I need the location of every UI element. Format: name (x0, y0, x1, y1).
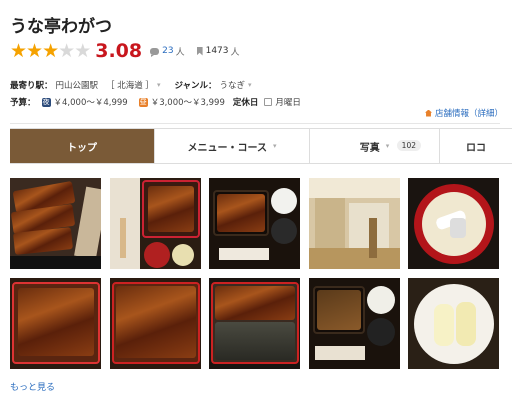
genre-value[interactable]: うなぎ (220, 79, 246, 91)
rating-row: ★ ★ ★ ★ ★ 3.08 23 人 1473 人 (10, 40, 252, 62)
tab-reviews-label: ロコ (466, 142, 486, 154)
see-more-link[interactable]: もっと見る (10, 380, 55, 393)
review-count-link[interactable]: 23 人 (150, 45, 185, 58)
rating-score: 3.08 (95, 40, 143, 62)
holiday-value: 月曜日 (275, 98, 301, 108)
photo-thumbnail[interactable] (110, 178, 201, 269)
dinner-price: ￥4,000～￥4,999 (53, 98, 128, 108)
lunch-badge-icon: 昼 (138, 97, 148, 107)
photo-thumbnail[interactable] (408, 178, 499, 269)
bookmark-count-link[interactable]: 1473 人 (196, 45, 240, 58)
tab-top-label: トップ (67, 142, 97, 154)
divider (10, 123, 500, 124)
tab-photos-label: 写真 (359, 142, 380, 154)
budget-label: 予算： (10, 98, 36, 108)
calendar-icon (264, 98, 273, 106)
tab-top[interactable]: トップ (10, 129, 155, 163)
photo-thumbnail[interactable] (209, 178, 300, 269)
holiday-label: 定休日 (232, 98, 259, 108)
tab-menu-label: メニュー・コース (187, 142, 267, 154)
area-value[interactable]: ［ 北海道 ］ (106, 79, 154, 91)
lunch-price: ￥3,000～￥3,999 (150, 98, 225, 108)
tab-photos[interactable]: 写真 ▾ 102 (310, 129, 440, 163)
bookmark-icon (196, 46, 203, 56)
restaurant-name: うな亭わがつ (10, 17, 112, 37)
station-value[interactable]: 円山公園駅 (56, 79, 99, 91)
star-icon: ★ (42, 39, 60, 62)
rating-stars: ★ ★ ★ ★ ★ (10, 39, 92, 62)
tab-reviews[interactable]: ロコ (440, 129, 512, 163)
comment-icon (150, 47, 160, 57)
bookmark-count: 1473 (205, 46, 229, 56)
dinner-badge-icon: 夜 (41, 97, 51, 107)
chevron-down-icon: ▾ (248, 81, 252, 89)
photo-count-badge: 102 (396, 140, 421, 151)
star-icon: ★ (58, 39, 76, 62)
tab-menu[interactable]: メニュー・コース ▾ (155, 129, 310, 163)
chevron-down-icon: ▾ (385, 142, 390, 150)
bookmark-unit: 人 (230, 47, 240, 58)
star-icon: ★ (74, 39, 92, 62)
photo-thumbnail[interactable] (10, 278, 101, 369)
photo-thumbnail[interactable] (408, 278, 499, 369)
review-count: 23 (162, 46, 174, 56)
review-unit: 人 (175, 47, 185, 58)
store-detail-link[interactable]: 店舗情報（詳細） (425, 107, 503, 119)
chevron-down-icon: ▾ (272, 142, 277, 150)
info-line-station: 最寄り駅： 円山公園駅 ［ 北海道 ］ ▾ ジャンル： うなぎ ▾ (10, 79, 252, 91)
info-line-budget: 予算： 夜 ￥4,000～￥4,999 昼 ￥3,000～￥3,999 定休日 … (10, 96, 301, 108)
tab-bar: トップ メニュー・コース ▾ 写真 ▾ 102 ロコ (10, 128, 512, 164)
station-label: 最寄り駅： (10, 81, 53, 91)
photo-thumbnail[interactable] (10, 178, 101, 269)
star-icon: ★ (10, 39, 28, 62)
photo-thumbnail[interactable] (209, 278, 300, 369)
photo-thumbnail[interactable] (309, 278, 400, 369)
photo-thumbnail[interactable] (309, 178, 400, 269)
photo-thumbnail[interactable] (110, 278, 201, 369)
genre-label: ジャンル： (174, 81, 217, 91)
store-detail-label: 店舗情報（詳細） (435, 109, 504, 119)
store-icon (425, 109, 432, 117)
star-icon: ★ (26, 39, 44, 62)
chevron-down-icon: ▾ (156, 81, 161, 89)
